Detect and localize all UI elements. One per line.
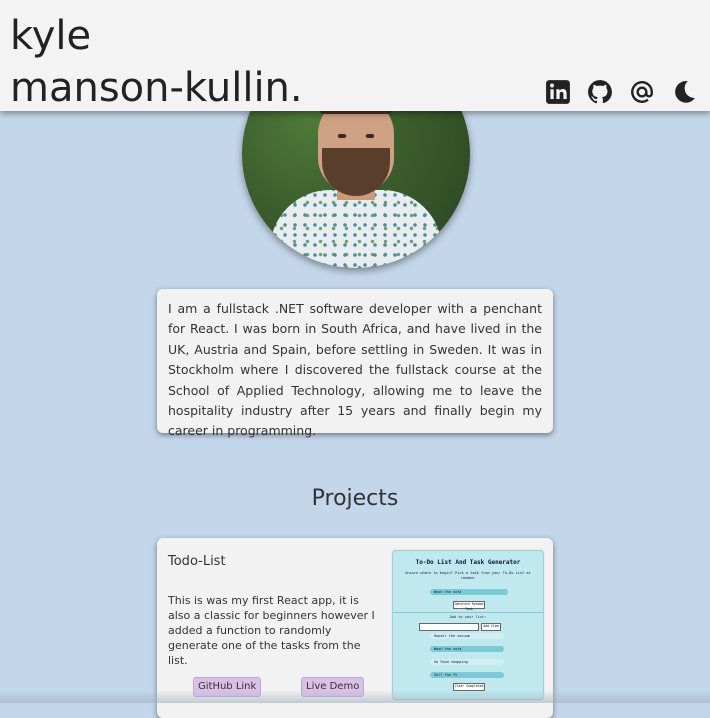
screenshot-random-task: Wash the sofa (430, 589, 508, 595)
site-title-line2: manson-kullin. (10, 65, 303, 111)
profile-photo-beard (322, 148, 390, 196)
project-title: Todo-List (168, 554, 226, 569)
moon-icon[interactable] (670, 78, 698, 106)
screenshot-task-item: Wash the sofa (430, 646, 504, 652)
projects-heading: Projects (311, 486, 399, 511)
screenshot-add-input (419, 623, 479, 631)
screenshot-generate-button: Generate Random Task (453, 601, 485, 611)
profile-photo-shirt (270, 190, 442, 268)
screenshot-task-item: Go Food shopping (430, 659, 504, 665)
screenshot-divider (393, 612, 543, 613)
screenshot-add-button: Add Item (481, 623, 501, 631)
project-screenshot[interactable]: To-Do List And Task Generator Unsure whe… (392, 550, 544, 700)
about-text: I am a fullstack .NET software developer… (168, 301, 542, 439)
site-title[interactable]: kyle manson-kullin. (10, 10, 303, 114)
project-description: This is was my first React app, it is al… (168, 594, 375, 667)
about-card: I am a fullstack .NET software developer… (157, 289, 553, 438)
at-icon[interactable] (628, 78, 656, 106)
screenshot-title: To-Do List And Task Generator (415, 559, 521, 566)
github-icon[interactable] (586, 78, 614, 106)
profile-photo-eye (366, 134, 374, 138)
screenshot-add-heading: Add to your list: (449, 615, 487, 619)
profile-photo-eye (338, 134, 346, 138)
site-header: kyle manson-kullin. (0, 0, 710, 111)
linkedin-icon[interactable] (544, 78, 572, 106)
screenshot-task-item: Repair the vacuum (430, 633, 504, 639)
screenshot-task-item: Sell the TV (430, 672, 504, 678)
bottom-shadow (0, 690, 710, 703)
header-icons (544, 78, 698, 106)
site-title-line1: kyle (10, 13, 92, 59)
screenshot-subtitle: Unsure where to begin? Pick a task from … (405, 571, 531, 580)
